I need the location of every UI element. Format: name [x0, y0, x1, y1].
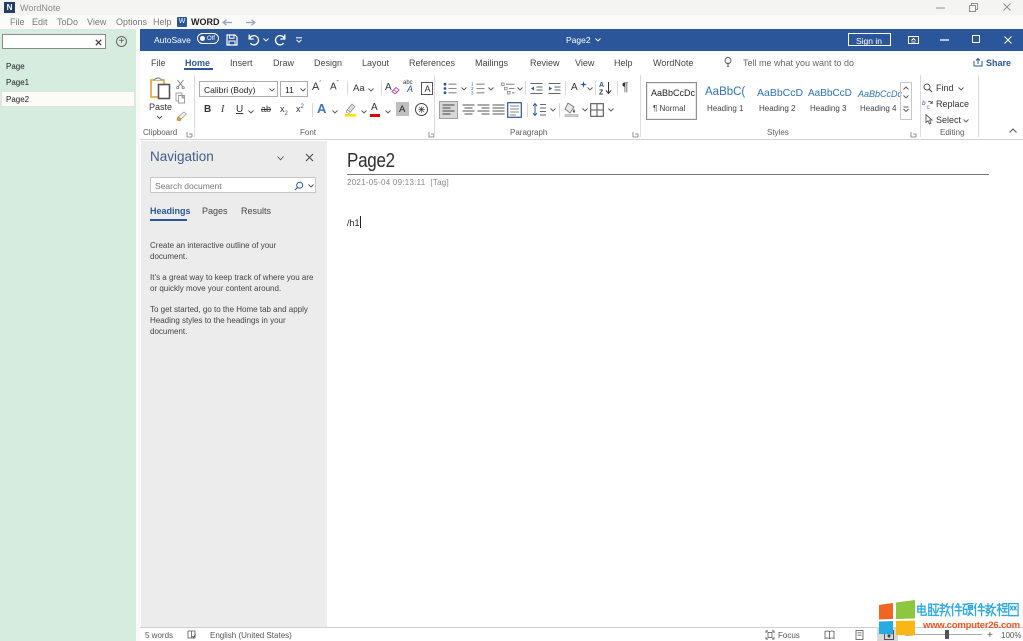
svg-text:b: b [922, 100, 926, 107]
svg-text:A: A [599, 82, 604, 89]
svg-text:3: 3 [471, 90, 474, 95]
svg-text:Z: Z [599, 90, 604, 96]
svg-text:c: c [927, 104, 931, 110]
